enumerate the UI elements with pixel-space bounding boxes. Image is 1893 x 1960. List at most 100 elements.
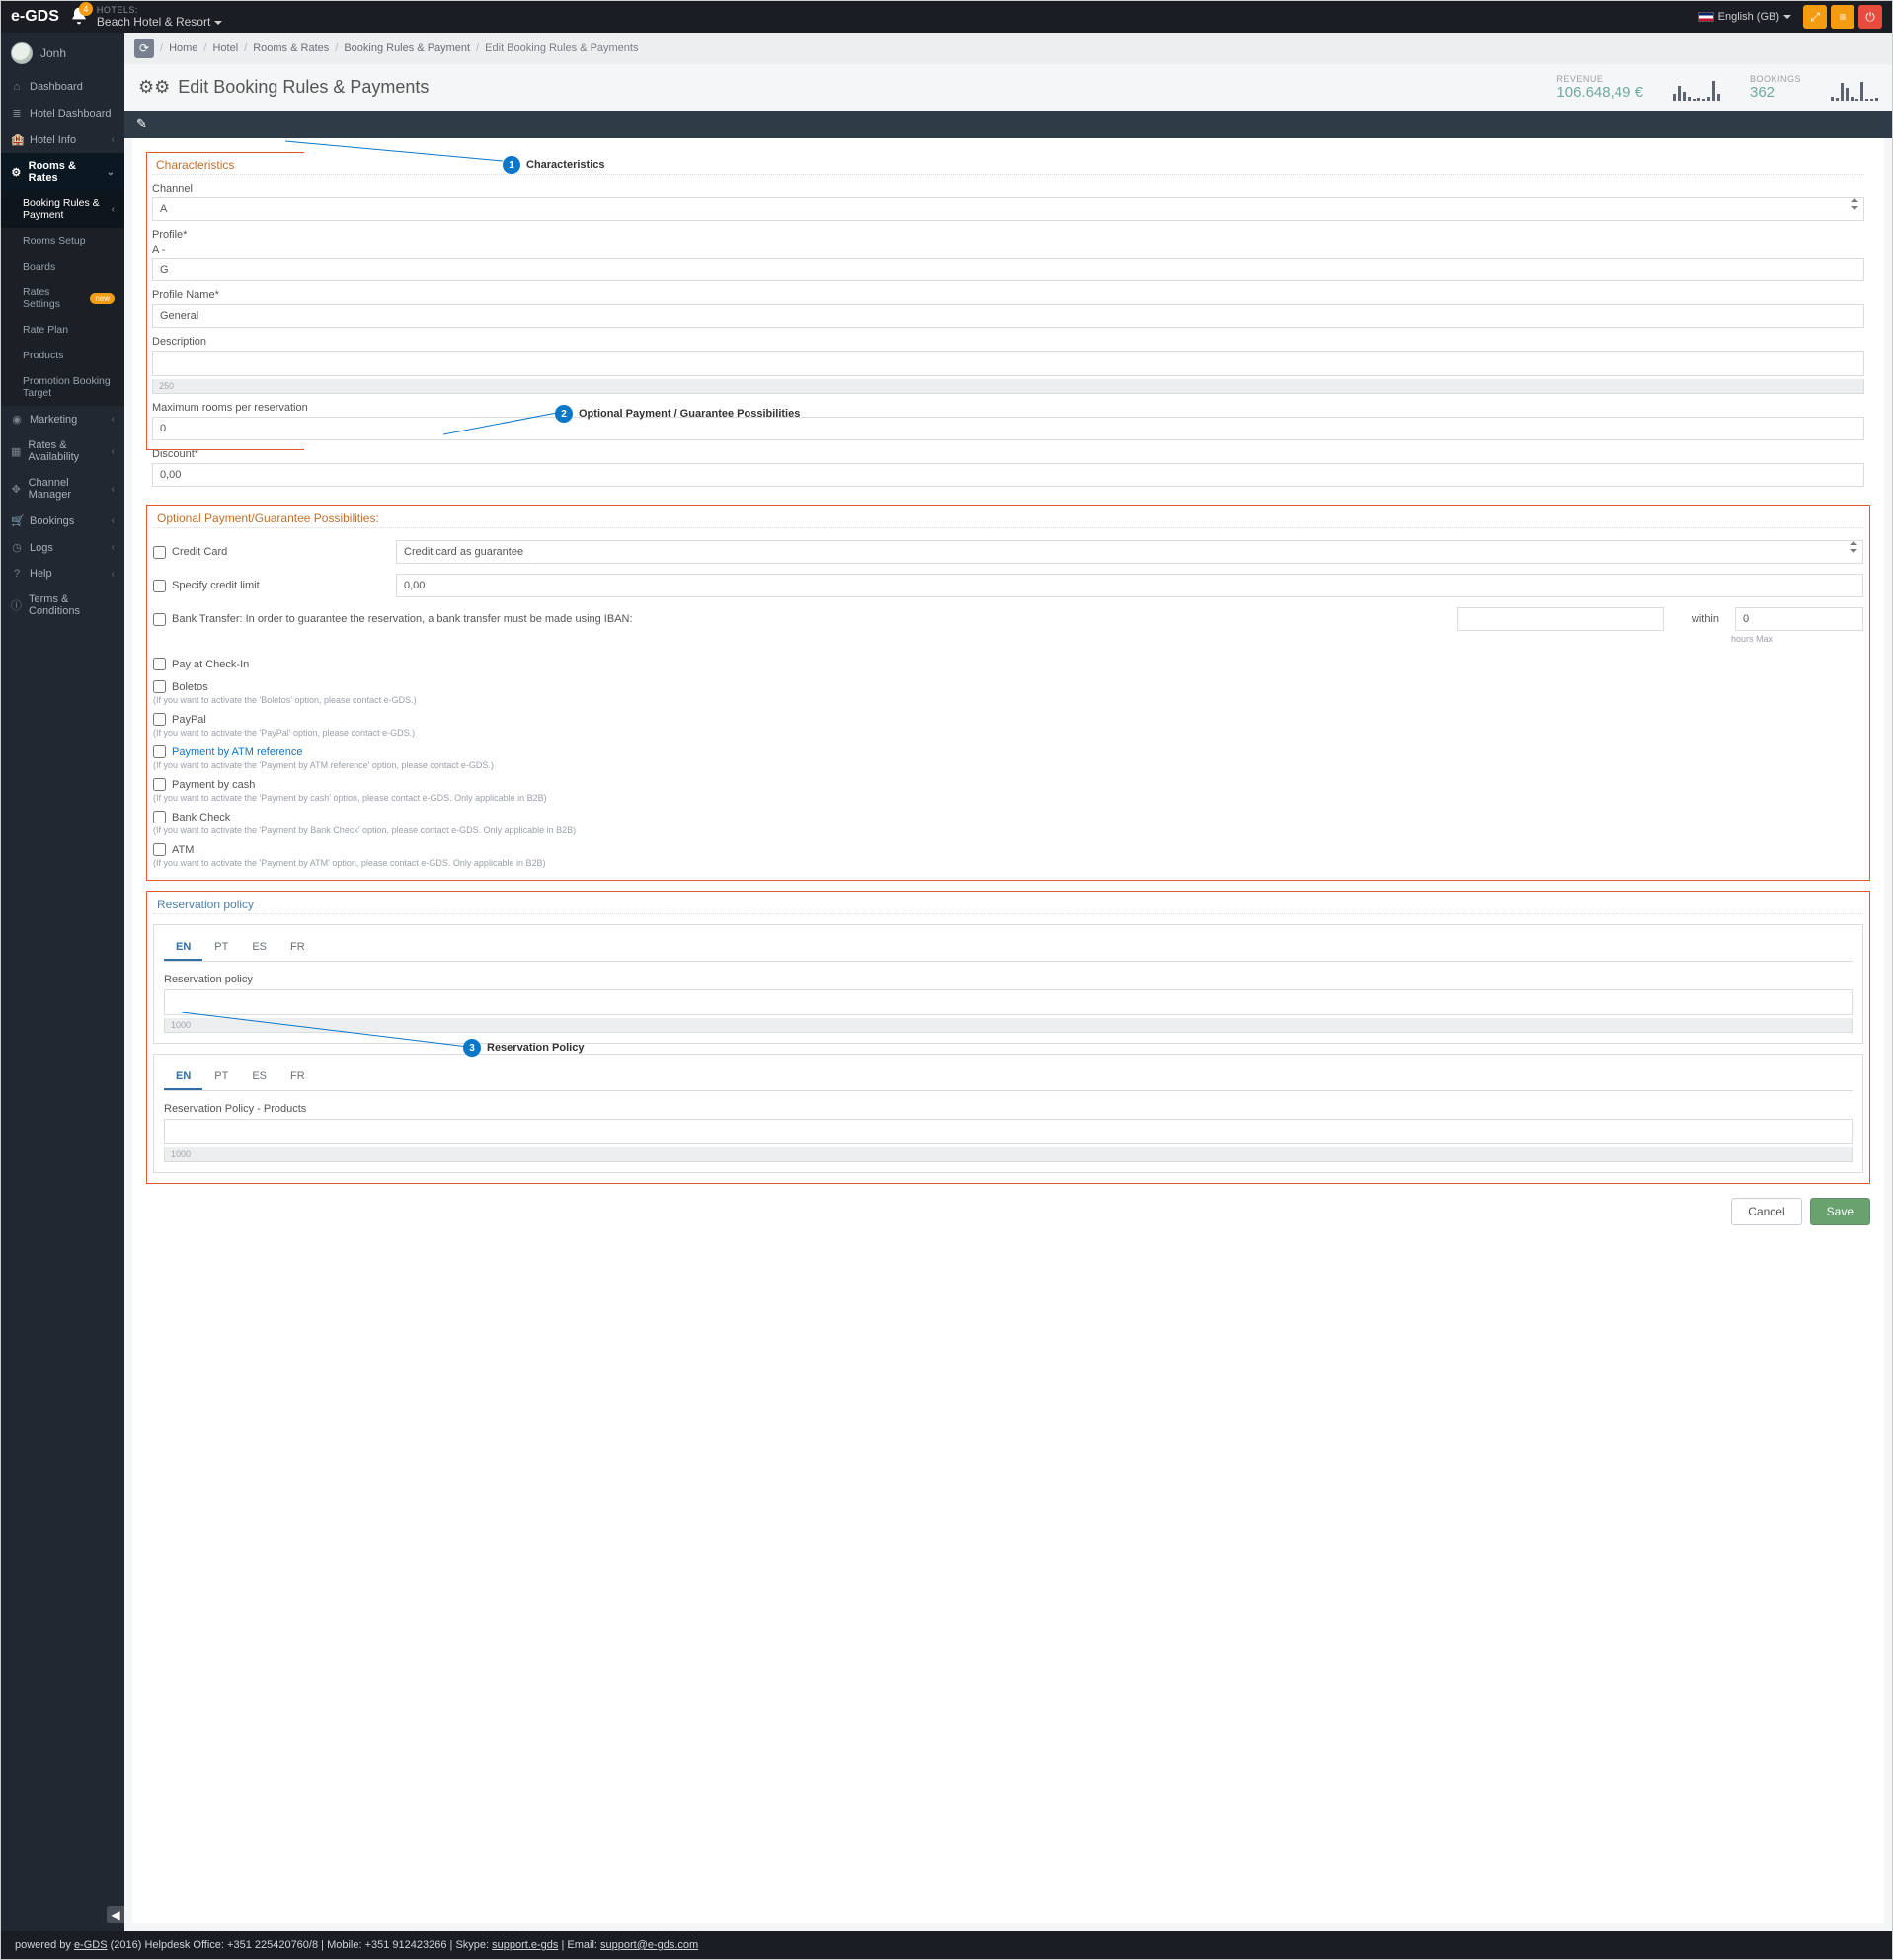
bank-transfer-checkbox[interactable]: Bank Transfer: In order to guarantee the… [153,613,1445,626]
footer-email-link[interactable]: support@e-gds.com [600,1939,698,1951]
hotel-name: Beach Hotel & Resort [97,15,210,29]
max-rooms-label: Maximum rooms per reservation [152,402,1864,414]
nav-hotel-dashboard[interactable]: ≣Hotel Dashboard [1,100,124,126]
chart-icon: ▦ [11,445,21,458]
hours-max-label: hours Max [1731,634,1859,644]
discount-input[interactable] [152,463,1864,487]
nav-dashboard[interactable]: ⌂Dashboard [1,74,124,100]
nav-channel-manager[interactable]: ✥Channel Manager‹ [1,470,124,508]
fullscreen-button[interactable]: ⤢ [1803,5,1827,29]
reservation-policy-box: EN PT ES FR Reservation policy 1000 [153,924,1863,1044]
within-label: within [1676,613,1723,625]
notification-count-badge: 4 [79,2,93,16]
footer-brand-link[interactable]: e-GDS [74,1939,108,1951]
reservation-products-box: EN PT ES FR Reservation Policy - Product… [153,1054,1863,1173]
list-icon: ≣ [11,107,23,119]
nav-sub-rate-plan[interactable]: Rate Plan [1,317,124,343]
nav-terms[interactable]: ⓘTerms & Conditions [1,587,124,624]
pay-checkin-checkbox[interactable]: Pay at Check-In [153,658,1863,670]
tab2-pt[interactable]: PT [202,1064,240,1090]
tab2-es[interactable]: ES [240,1064,278,1090]
channel-select[interactable] [152,197,1864,221]
paypal-checkbox[interactable]: PayPal [153,713,1863,726]
flag-icon [1698,12,1714,22]
paypal-note: (If you want to activate the 'PayPal' op… [153,728,1863,738]
notification-bell[interactable]: 4 [69,6,89,29]
atm-ref-note: (If you want to activate the 'Payment by… [153,760,1863,770]
profile-input[interactable] [152,258,1864,281]
save-button[interactable]: Save [1810,1198,1870,1225]
cancel-button[interactable]: Cancel [1731,1198,1801,1225]
move-icon: ✥ [11,483,22,496]
metric-revenue: REVENUE 106.648,49 € [1556,74,1643,101]
profile-label: Profile* [152,229,1864,241]
tab-es[interactable]: ES [240,935,278,961]
building-icon: 🏨 [11,133,23,146]
logout-button[interactable]: ⏻ [1858,5,1882,29]
nav-bookings[interactable]: 🛒Bookings‹ [1,508,124,534]
atm-ref-checkbox[interactable]: Payment by ATM reference [153,745,1863,758]
user-block[interactable]: Jonh [1,33,124,74]
bank-check-checkbox[interactable]: Bank Check [153,811,1863,823]
tab-fr[interactable]: FR [278,935,317,961]
reservation-products-label: Reservation Policy - Products [164,1103,306,1115]
profile-name-input[interactable] [152,304,1864,328]
crumb-booking-rules[interactable]: Booking Rules & Payment [344,42,470,54]
topbar: e-GDS 4 HOTELS: Beach Hotel & Resort Eng… [1,1,1892,33]
tab-pt[interactable]: PT [202,935,240,961]
language-selector[interactable]: English (GB) [1698,11,1791,23]
crumb-rooms-rates[interactable]: Rooms & Rates [253,42,329,54]
reservation-products-input[interactable] [164,1119,1853,1144]
nav-sub-rates-settings[interactable]: Rates Settingsnew [1,279,124,317]
footer-skype-link[interactable]: support.e-gds [492,1939,558,1951]
reservation-policy-counter: 1000 [164,1018,1853,1033]
nav-hotel-info[interactable]: 🏨Hotel Info‹ [1,126,124,153]
nav-sub-products[interactable]: Products [1,343,124,368]
discount-label: Discount* [152,448,1864,460]
description-label: Description [152,336,1864,348]
hotel-selector[interactable]: HOTELS: Beach Hotel & Resort [97,5,222,29]
nav-marketing[interactable]: ◉Marketing‹ [1,406,124,432]
cash-note: (If you want to activate the 'Payment by… [153,793,1863,803]
nav-sub-rooms-setup[interactable]: Rooms Setup [1,228,124,254]
nav-rooms-rates[interactable]: ⚙Rooms & Rates⌄ [1,153,124,191]
nav-rates-availability[interactable]: ▦Rates & Availability‹ [1,432,124,470]
iban-input[interactable] [1457,607,1664,631]
profile-name-label: Profile Name* [152,289,1864,301]
boletos-note: (If you want to activate the 'Boletos' o… [153,695,1863,705]
reservation-legend: Reservation policy [153,898,258,911]
boletos-checkbox[interactable]: Boletos [153,680,1863,693]
user-name: Jonh [40,46,66,60]
nav-sub-boards[interactable]: Boards [1,254,124,279]
nav-sub-promo-target[interactable]: Promotion Booking Target [1,368,124,406]
credit-card-checkbox[interactable]: Credit Card [153,546,380,559]
chevron-down-icon [1783,15,1791,19]
specify-limit-checkbox[interactable]: Specify credit limit [153,580,380,592]
max-rooms-input[interactable] [152,417,1864,440]
specify-limit-input[interactable] [396,574,1863,597]
bank-check-note: (If you want to activate the 'Payment by… [153,825,1863,835]
description-input[interactable] [152,351,1864,376]
refresh-button[interactable]: ⟳ [134,39,154,58]
hotels-label: HOTELS: [97,5,222,15]
crumb-home[interactable]: Home [169,42,197,54]
nav-help[interactable]: ?Help‹ [1,561,124,587]
gauge-icon: ⌂ [11,81,23,93]
chevron-left-icon: ‹ [112,542,115,553]
section-reservation: Reservation policy EN PT ES FR Reservati… [146,891,1870,1184]
crumb-hotel[interactable]: Hotel [212,42,238,54]
tab2-fr[interactable]: FR [278,1064,317,1090]
tab-en[interactable]: EN [164,935,202,961]
tab2-en[interactable]: EN [164,1064,202,1090]
cash-checkbox[interactable]: Payment by cash [153,778,1863,791]
sidebar-collapse-button[interactable]: ◀ [107,1906,124,1923]
nav-logs[interactable]: ◷Logs‹ [1,534,124,561]
menu-button[interactable]: ≡ [1831,5,1854,29]
globe-icon: ◉ [11,413,23,426]
reservation-policy-input[interactable] [164,989,1853,1015]
credit-card-select[interactable] [396,540,1863,564]
atm-checkbox[interactable]: ATM [153,843,1863,856]
hours-input[interactable] [1735,607,1863,631]
footer: powered by e-GDS (2016) Helpdesk Office:… [1,1931,1892,1959]
nav-sub-booking-rules[interactable]: Booking Rules & Payment‹ [1,191,124,228]
